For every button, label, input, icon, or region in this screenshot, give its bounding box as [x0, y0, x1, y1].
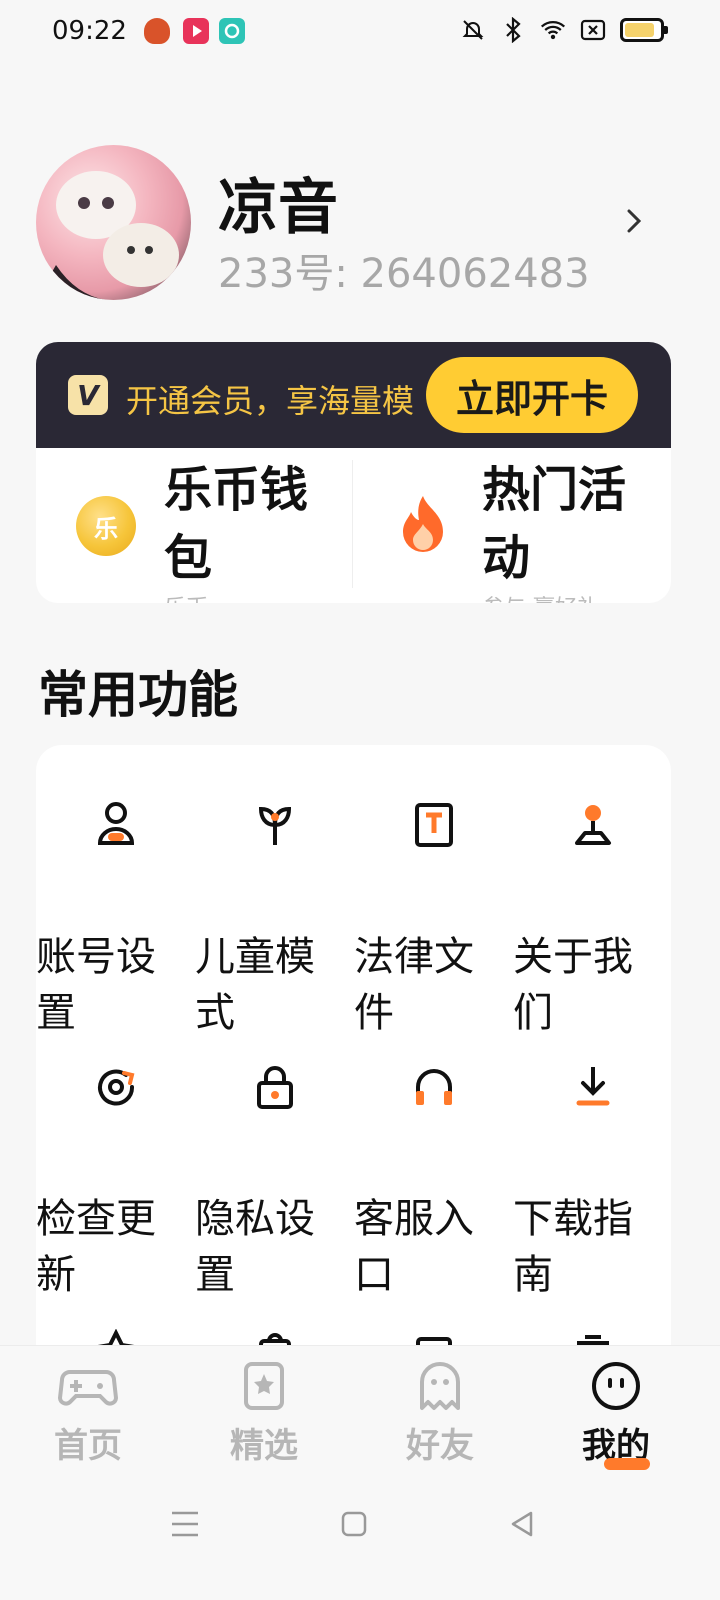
download-icon [571, 1063, 615, 1111]
bottom-navigation: 首页 精选 好友 我的 [0, 1345, 720, 1470]
profile-page: 09:22 凉音 233号: 264062483 V 开通会员，享海量模 立即开… [0, 0, 720, 1600]
divider [352, 460, 353, 588]
function-label: 检查更新 [36, 1196, 156, 1298]
bluetooth-icon [500, 16, 526, 44]
wifi-icon [540, 16, 566, 44]
profile-header[interactable]: 凉音 233号: 264062483 [36, 145, 684, 300]
profile-name: 凉音 [218, 173, 338, 243]
fire-icon [398, 494, 448, 558]
nav-mine[interactable]: 我的 [556, 1360, 676, 1470]
status-icons [460, 16, 668, 44]
nav-label: 首页 [54, 1426, 122, 1466]
status-time: 09:22 [52, 16, 127, 46]
function-label: 客服入口 [354, 1196, 474, 1298]
vip-promo-text: 开通会员，享海量模 [126, 382, 415, 420]
active-indicator [604, 1458, 650, 1470]
nav-friends[interactable]: 好友 [380, 1360, 500, 1466]
nav-label: 精选 [230, 1426, 298, 1466]
menu-icon[interactable] [163, 1502, 207, 1546]
status-bar: 09:22 [0, 0, 720, 64]
chat-app-icon [219, 18, 245, 44]
function-label: 儿童模式 [195, 934, 315, 1036]
ghost-icon [410, 1360, 470, 1412]
activity-subtitle: 参与 赢好礼 [482, 590, 599, 603]
document-t-icon [412, 801, 456, 849]
nav-label: 好友 [406, 1426, 474, 1466]
headphones-icon [412, 1063, 456, 1111]
sim-off-icon [580, 16, 606, 44]
chevron-right-icon[interactable] [624, 205, 644, 241]
star-bookmark-icon [234, 1360, 294, 1412]
section-title: 常用功能 [38, 666, 238, 724]
function-grid: 账号设置 儿童模式 法律文件 关于我们 检查更新 隐私设置 客服入口 下载指南 [36, 745, 671, 1445]
gamepad-icon [57, 1360, 119, 1412]
jack-o-lantern-app-icon [144, 18, 170, 44]
video-app-icon [183, 18, 209, 44]
battery-icon [620, 18, 668, 42]
vip-banner[interactable]: V 开通会员，享海量模 立即开卡 [36, 342, 671, 450]
home-square-icon[interactable] [332, 1502, 376, 1546]
nav-featured[interactable]: 精选 [204, 1360, 324, 1466]
system-navigation-bar [0, 1470, 720, 1600]
sprout-icon [253, 801, 297, 849]
wallet-title[interactable]: 乐币钱包 [164, 456, 344, 592]
nav-home[interactable]: 首页 [28, 1360, 148, 1466]
profile-id: 233号: 264062483 [218, 251, 590, 297]
battery-fill [625, 23, 654, 37]
smile-face-icon [586, 1360, 646, 1412]
activity-title[interactable]: 热门活动 [482, 456, 662, 592]
wallet-subtitle: 乐币 [164, 590, 208, 603]
coin-icon: 乐 [76, 496, 136, 556]
function-label: 下载指南 [513, 1196, 633, 1298]
lock-icon [253, 1063, 297, 1111]
pin-person-icon [571, 801, 615, 849]
vip-open-button[interactable]: 立即开卡 [426, 357, 638, 433]
user-icon [94, 801, 138, 849]
function-label: 隐私设置 [195, 1196, 315, 1298]
refresh-icon [94, 1063, 138, 1111]
wallet-card: 乐 乐币钱包 乐币 热门活动 参与 赢好礼 [36, 448, 671, 603]
function-label: 法律文件 [354, 934, 474, 1036]
back-triangle-icon[interactable] [500, 1502, 544, 1546]
avatar[interactable] [36, 145, 191, 300]
dnd-bell-icon [460, 16, 486, 44]
function-label: 账号设置 [36, 934, 156, 1036]
function-label: 关于我们 [513, 934, 633, 1036]
vip-logo-icon: V [68, 375, 108, 415]
